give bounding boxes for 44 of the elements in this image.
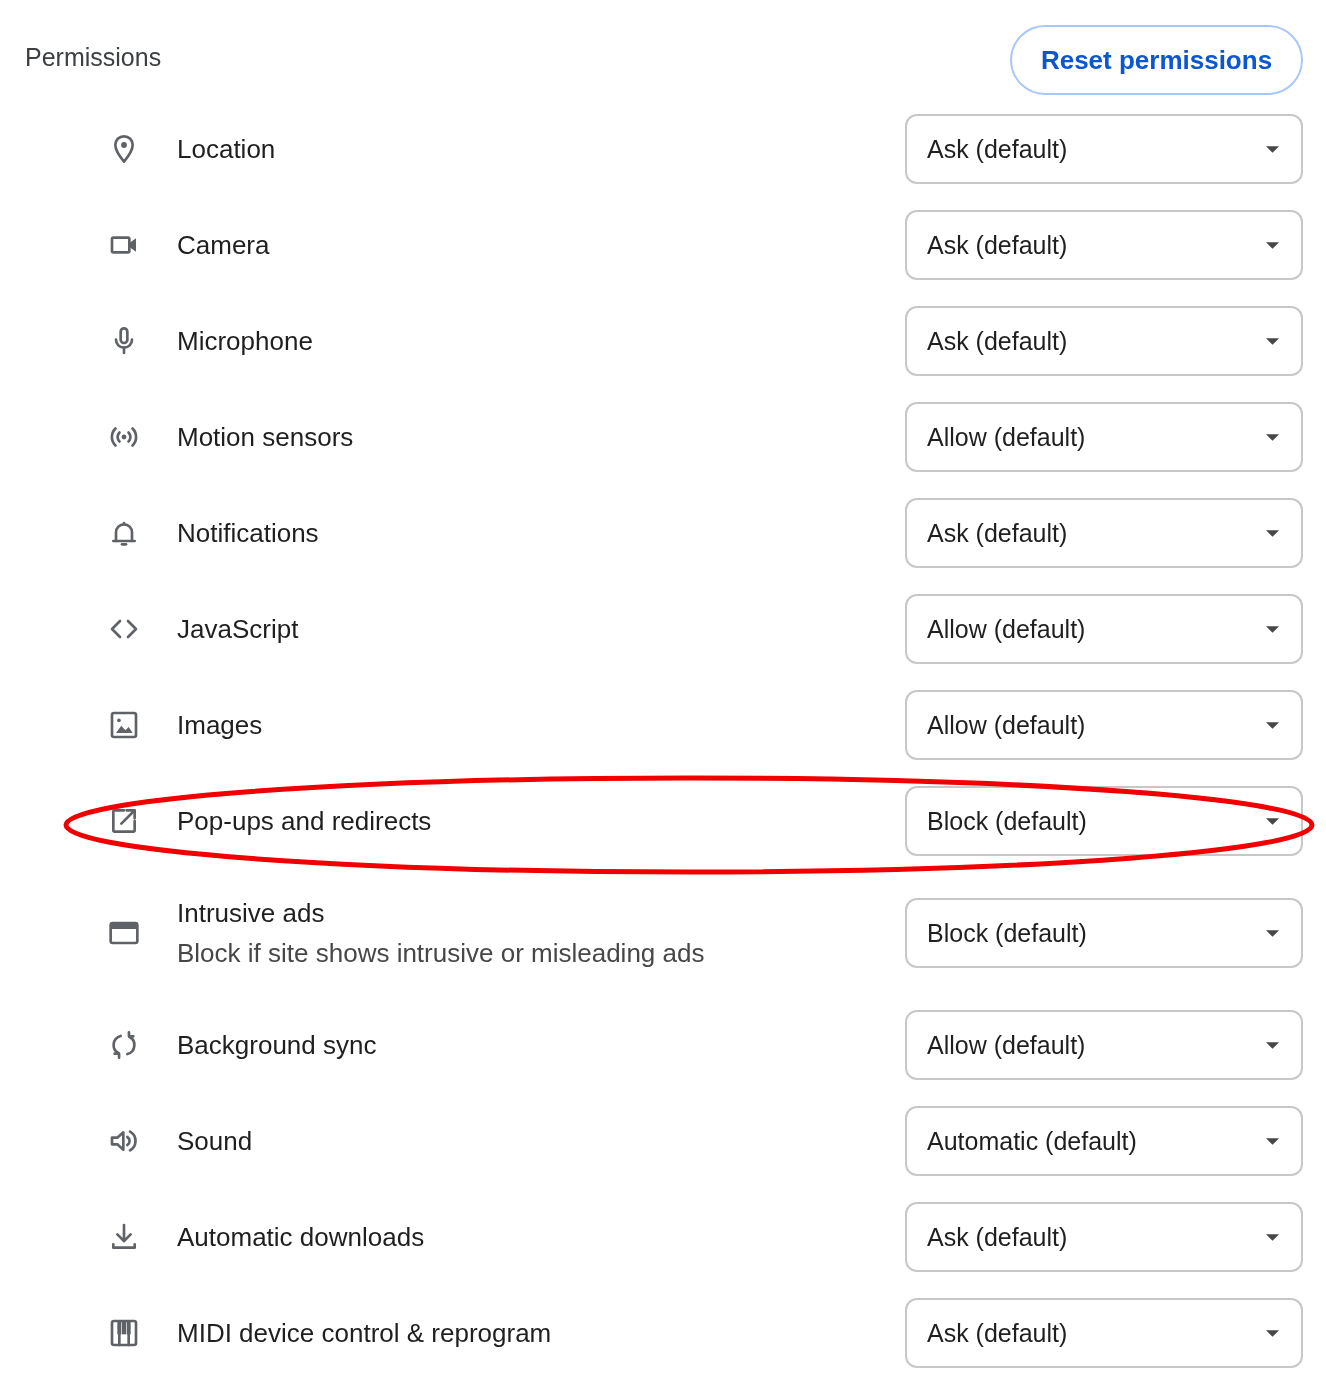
permission-label: Automatic downloads [177,1222,425,1252]
caret-icon [1266,241,1279,249]
caret-icon [1266,721,1279,729]
permission-label: Microphone [177,326,313,356]
caret-icon [1266,145,1279,153]
permission-dropdown[interactable]: Ask (default) [905,306,1303,376]
permission-dropdown[interactable]: Allow (default) [905,690,1303,760]
permission-label: MIDI device control & reprogram [177,1318,552,1348]
caret-icon [1266,433,1279,441]
image-icon [108,709,140,741]
permission-label: Location [177,134,276,164]
caret-icon [1266,337,1279,345]
caret-icon [1266,625,1279,633]
permission-dropdown[interactable]: Block (default) [905,898,1303,968]
permission-label: JavaScript [177,614,299,644]
reset-permissions-button[interactable]: Reset permissions [1010,25,1303,95]
permission-dropdown[interactable]: Ask (default) [905,1202,1303,1272]
permission-label: Pop-ups and redirects [177,806,432,836]
permission-label: Background sync [177,1030,377,1060]
permission-dropdown[interactable]: Ask (default) [905,1298,1303,1368]
permission-dropdown[interactable]: Allow (default) [905,1010,1303,1080]
permission-label: Images [177,710,263,740]
piano-keys-icon [108,1317,140,1349]
permission-dropdown[interactable]: Block (default) [905,786,1303,856]
permission-label: Motion sensors [177,422,354,452]
caret-icon [1266,817,1279,825]
permission-label: Intrusive ads [177,898,326,928]
permission-dropdown[interactable]: Allow (default) [905,594,1303,664]
caret-icon [1266,529,1279,537]
permission-label: Camera [177,230,270,260]
permission-dropdown[interactable]: Allow (default) [905,402,1303,472]
caret-icon [1266,1329,1279,1337]
permission-dropdown[interactable]: Ask (default) [905,210,1303,280]
section-title: Permissions [25,42,162,72]
permission-label: Notifications [177,518,319,548]
caret-icon [1266,1137,1279,1145]
permission-dropdown[interactable]: Ask (default) [905,498,1303,568]
caret-icon [1266,1233,1279,1241]
permission-dropdown[interactable]: Automatic (default) [905,1106,1303,1176]
permission-label: Sound [177,1126,253,1156]
caret-icon [1266,929,1279,937]
permission-description: Block if site shows intrusive or misleading ads [177,938,705,968]
caret-icon [1266,1041,1279,1049]
permission-dropdown[interactable]: Ask (default) [905,114,1303,184]
